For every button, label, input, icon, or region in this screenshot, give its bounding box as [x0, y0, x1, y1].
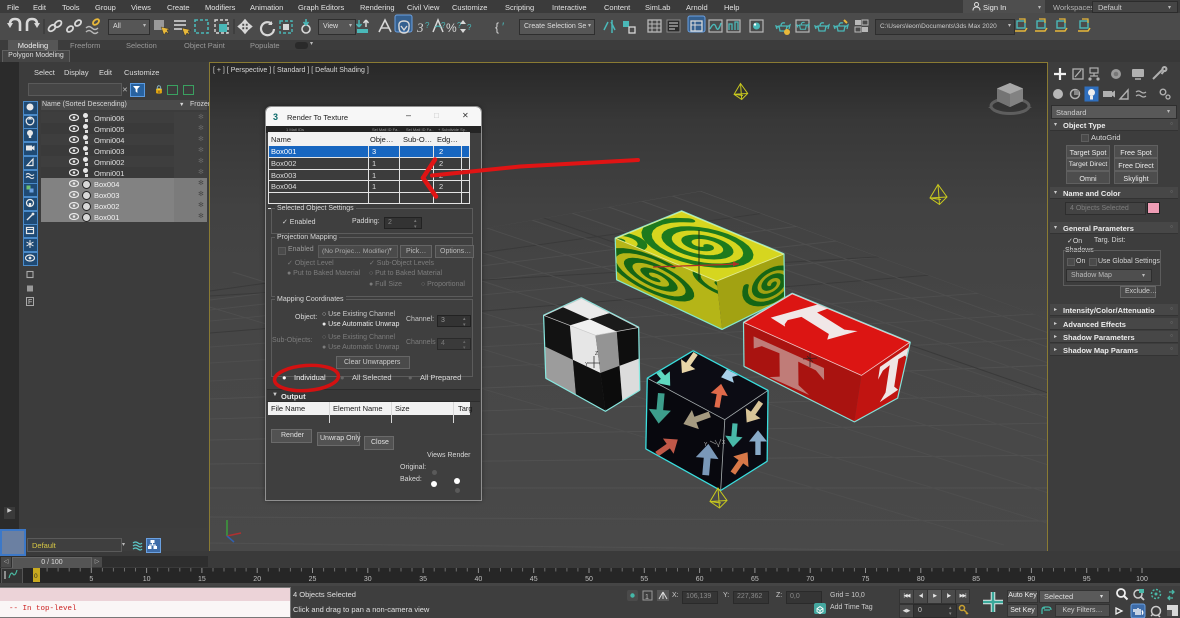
svg-text:40: 40	[475, 576, 483, 583]
svg-text:80: 80	[917, 576, 925, 583]
svg-text:Z: Z	[595, 351, 598, 357]
svg-text:85: 85	[972, 576, 980, 583]
svg-text:75: 75	[862, 576, 870, 583]
svg-text:55: 55	[640, 576, 648, 583]
svg-text:65: 65	[751, 576, 759, 583]
svg-text:10: 10	[143, 576, 151, 583]
svg-text:60: 60	[696, 576, 704, 583]
svg-text:70: 70	[806, 576, 814, 583]
svg-text:?: ?	[467, 23, 472, 32]
svg-text:45: 45	[530, 576, 538, 583]
svg-text:15: 15	[198, 576, 206, 583]
svg-text:{: {	[495, 20, 499, 34]
svg-text:50: 50	[585, 576, 593, 583]
svg-text:%: %	[446, 21, 457, 35]
svg-text:35: 35	[419, 576, 427, 583]
svg-text:100: 100	[1136, 576, 1148, 583]
svg-text:?: ?	[425, 21, 430, 30]
svg-text:25: 25	[309, 576, 317, 583]
svg-text:F: F	[28, 299, 32, 306]
svg-text:5: 5	[89, 576, 93, 583]
svg-text:3: 3	[416, 20, 424, 35]
svg-text:1: 1	[645, 594, 649, 601]
svg-text:90: 90	[1028, 576, 1036, 583]
svg-text:20: 20	[253, 576, 261, 583]
svg-text:95: 95	[1083, 576, 1091, 583]
svg-text:′: ′	[502, 20, 505, 34]
svg-text:30: 30	[364, 576, 372, 583]
